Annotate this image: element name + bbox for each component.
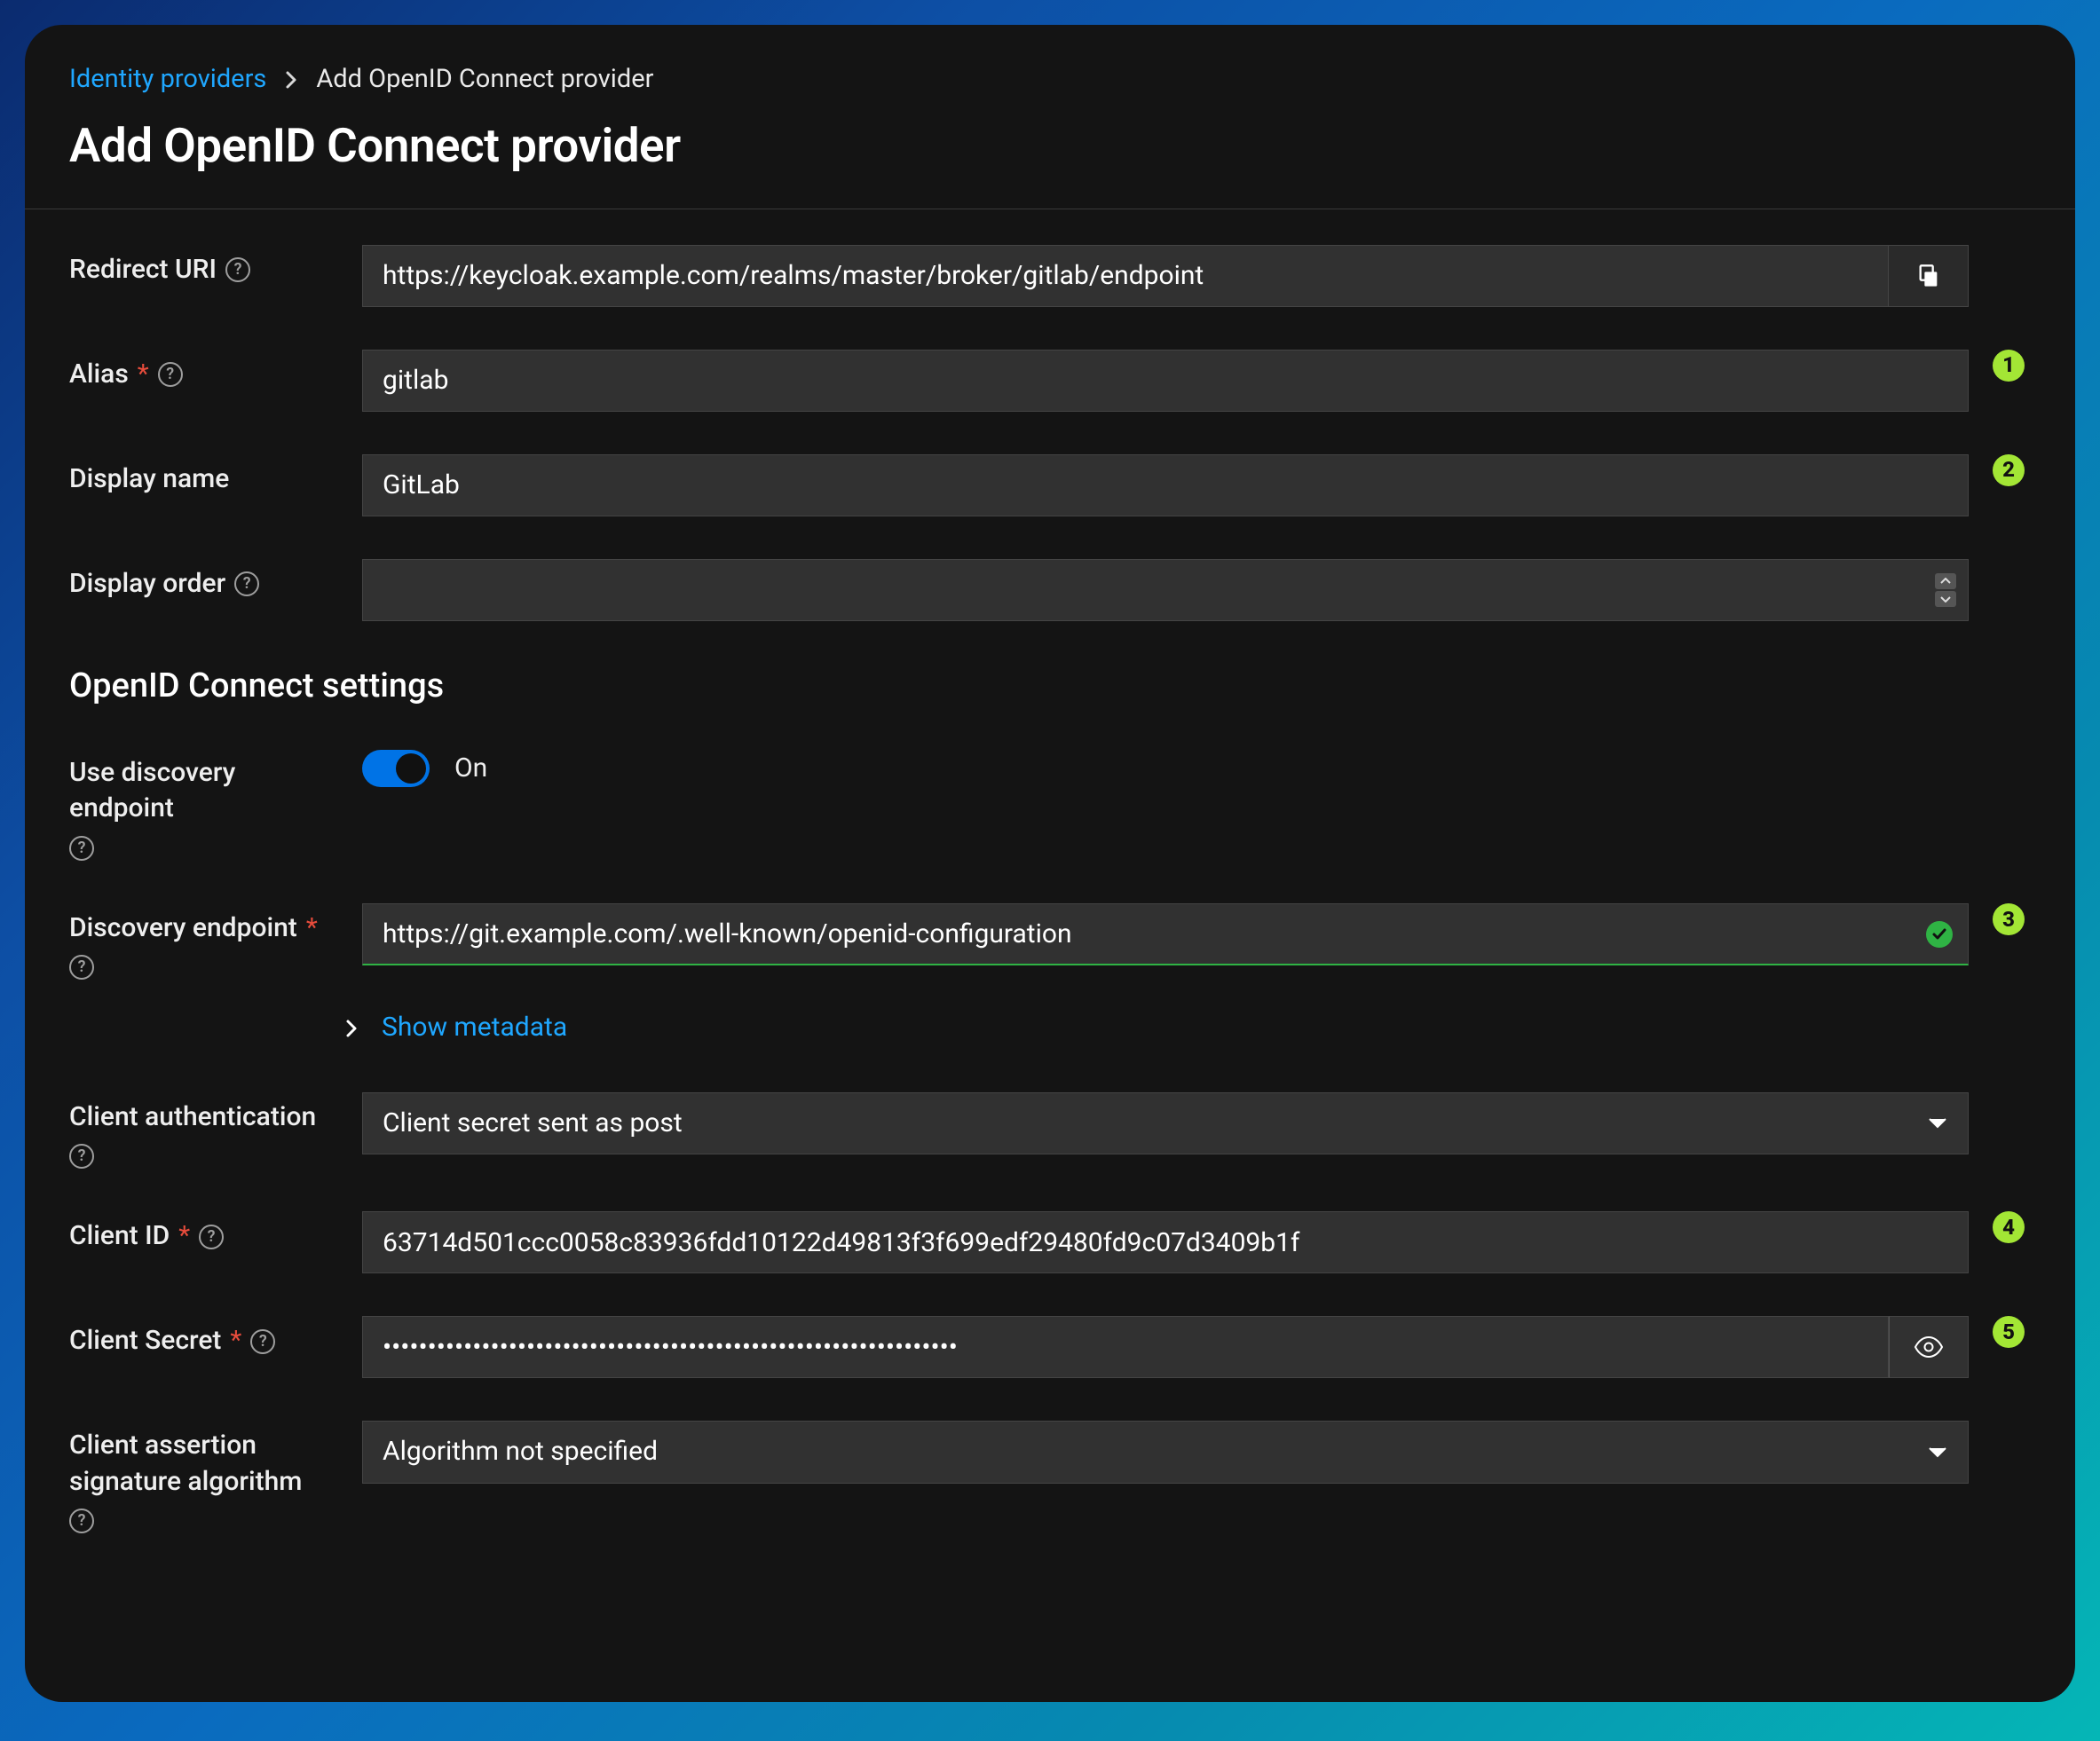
help-icon[interactable]: ? — [158, 362, 183, 387]
required-mark: * — [178, 1218, 190, 1255]
label-client-id: Client ID — [69, 1218, 170, 1255]
annotation-badge-4: 4 — [1993, 1211, 2025, 1243]
row-client-secret: Client Secret * ? 5 — [69, 1316, 2031, 1378]
help-icon[interactable]: ? — [199, 1225, 224, 1249]
label-redirect-uri: Redirect URI — [69, 252, 217, 288]
eye-icon — [1914, 1336, 1944, 1358]
page-title: Add OpenID Connect provider — [69, 114, 2031, 178]
display-order-input[interactable] — [362, 559, 1969, 621]
client-auth-select[interactable]: Client secret sent as post — [362, 1092, 1969, 1155]
required-mark: * — [306, 910, 318, 947]
section-title-oidc: OpenID Connect settings — [69, 664, 2031, 709]
client-id-input[interactable] — [362, 1211, 1969, 1273]
help-icon[interactable]: ? — [69, 836, 94, 861]
breadcrumb-parent-link[interactable]: Identity providers — [69, 62, 266, 97]
help-icon[interactable]: ? — [250, 1329, 275, 1354]
help-icon[interactable]: ? — [234, 571, 259, 596]
show-metadata-link[interactable]: Show metadata — [382, 1010, 567, 1046]
chevron-right-icon — [344, 1019, 359, 1038]
row-use-discovery: Use discovery endpoint ? On — [69, 748, 2031, 861]
label-client-algo: Client assertion signature algorithm — [69, 1428, 344, 1500]
display-name-input[interactable] — [362, 454, 1969, 516]
row-client-algo: Client assertion signature algorithm ? A… — [69, 1421, 2031, 1533]
chevron-right-icon — [284, 70, 298, 90]
required-mark: * — [230, 1323, 241, 1359]
number-stepper — [1935, 573, 1956, 607]
label-display-name: Display name — [69, 461, 229, 498]
label-client-auth: Client authentication — [69, 1099, 316, 1136]
label-alias: Alias — [69, 357, 129, 393]
row-show-metadata: Show metadata — [344, 1010, 2031, 1046]
client-algo-select[interactable]: Algorithm not specified — [362, 1421, 1969, 1484]
breadcrumb: Identity providers Add OpenID Connect pr… — [69, 62, 2031, 97]
toggle-state-label: On — [454, 751, 487, 787]
check-circle-icon — [1926, 921, 1953, 948]
label-display-order: Display order — [69, 566, 225, 603]
redirect-uri-input[interactable] — [362, 245, 1889, 307]
stepper-down[interactable] — [1935, 591, 1956, 607]
help-icon[interactable]: ? — [69, 1144, 94, 1169]
alias-input[interactable] — [362, 350, 1969, 412]
label-use-discovery: Use discovery endpoint — [69, 755, 344, 827]
annotation-badge-1: 1 — [1993, 350, 2025, 382]
row-display-name: Display name 2 — [69, 454, 2031, 516]
row-client-id: Client ID * ? 4 — [69, 1211, 2031, 1273]
client-algo-value: Algorithm not specified — [362, 1421, 1969, 1484]
row-client-auth: Client authentication ? Client secret se… — [69, 1092, 2031, 1170]
reveal-secret-button[interactable] — [1889, 1316, 1969, 1378]
help-icon[interactable]: ? — [225, 257, 250, 282]
label-discovery-endpoint: Discovery endpoint — [69, 910, 297, 947]
row-discovery-endpoint: Discovery endpoint * ? 3 — [69, 903, 2031, 981]
use-discovery-toggle[interactable] — [362, 750, 430, 787]
row-alias: Alias * ? 1 — [69, 350, 2031, 412]
annotation-badge-5: 5 — [1993, 1316, 2025, 1348]
row-redirect-uri: Redirect URI ? — [69, 245, 2031, 307]
copy-icon — [1916, 264, 1941, 288]
stepper-up[interactable] — [1935, 573, 1956, 589]
help-icon[interactable]: ? — [69, 955, 94, 980]
label-client-secret: Client Secret — [69, 1323, 221, 1359]
required-mark: * — [138, 357, 149, 393]
client-secret-input[interactable] — [362, 1316, 1889, 1378]
client-auth-value: Client secret sent as post — [362, 1092, 1969, 1155]
copy-button[interactable] — [1889, 245, 1969, 307]
annotation-badge-3: 3 — [1993, 903, 2025, 935]
row-display-order: Display order ? — [69, 559, 2031, 621]
annotation-badge-2: 2 — [1993, 454, 2025, 486]
breadcrumb-current: Add OpenID Connect provider — [316, 62, 653, 97]
help-icon[interactable]: ? — [69, 1509, 94, 1533]
discovery-endpoint-input[interactable] — [362, 903, 1969, 965]
main-panel: Identity providers Add OpenID Connect pr… — [25, 25, 2075, 1702]
